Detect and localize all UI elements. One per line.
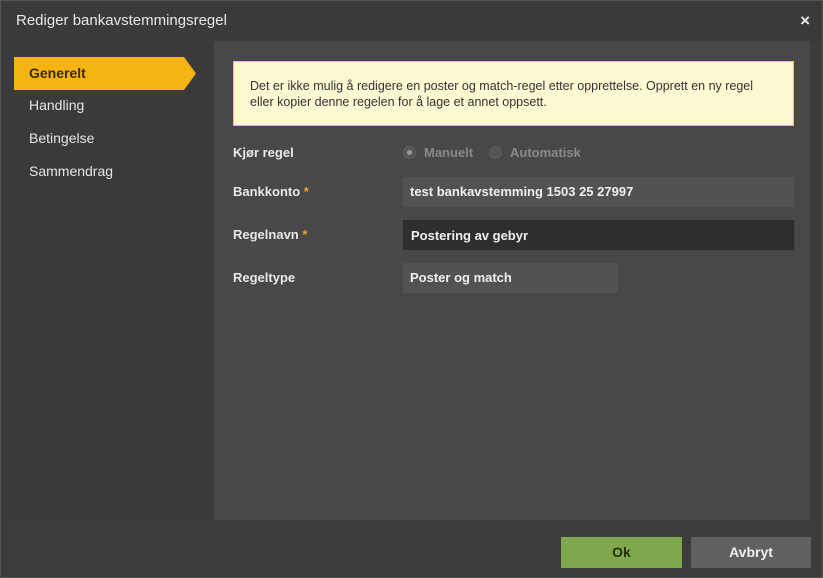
cancel-button[interactable]: Avbryt: [691, 537, 811, 568]
sidebar-item-betingelse[interactable]: Betingelse: [14, 122, 196, 155]
dialog-titlebar: Rediger bankavstemmingsregel ×: [1, 1, 822, 41]
radio-manual[interactable]: Manuelt: [403, 145, 473, 160]
content-panel: Det er ikke mulig å redigere en poster o…: [214, 41, 810, 520]
rule-type-field: Poster og match: [403, 263, 618, 293]
rule-name-label: Regelnavn *: [233, 227, 307, 242]
radio-automatic-label: Automatisk: [510, 145, 581, 160]
dialog-footer: Ok Avbryt: [1, 520, 822, 577]
close-icon[interactable]: ×: [800, 11, 810, 31]
info-notice: Det er ikke mulig å redigere en poster o…: [233, 61, 794, 126]
bank-account-label-text: Bankkonto: [233, 184, 301, 199]
radio-manual-label: Manuelt: [424, 145, 474, 160]
run-rule-label: Kjør regel: [233, 145, 294, 160]
radio-automatic-dot[interactable]: [489, 146, 502, 159]
required-marker: *: [302, 227, 308, 242]
rule-name-input[interactable]: Postering av gebyr: [403, 220, 794, 250]
radio-manual-dot[interactable]: [403, 146, 416, 159]
dialog-title: Rediger bankavstemmingsregel: [16, 12, 227, 29]
bank-account-field: test bankavstemming 1503 25 27997: [403, 177, 794, 207]
sidebar-nav: Generelt Handling Betingelse Sammendrag: [1, 41, 213, 520]
required-marker: *: [303, 184, 309, 199]
rule-type-label: Regeltype: [233, 270, 296, 285]
sidebar-item-handling[interactable]: Handling: [14, 89, 196, 122]
bank-account-label: Bankkonto *: [233, 184, 309, 199]
sidebar-item-generelt[interactable]: Generelt: [14, 57, 196, 90]
edit-rule-dialog: Rediger bankavstemmingsregel × Generelt …: [0, 0, 823, 578]
radio-automatic[interactable]: Automatisk: [489, 145, 581, 160]
ok-button[interactable]: Ok: [561, 537, 682, 568]
sidebar-item-sammendrag[interactable]: Sammendrag: [14, 155, 196, 188]
rule-name-label-text: Regelnavn: [233, 227, 299, 242]
